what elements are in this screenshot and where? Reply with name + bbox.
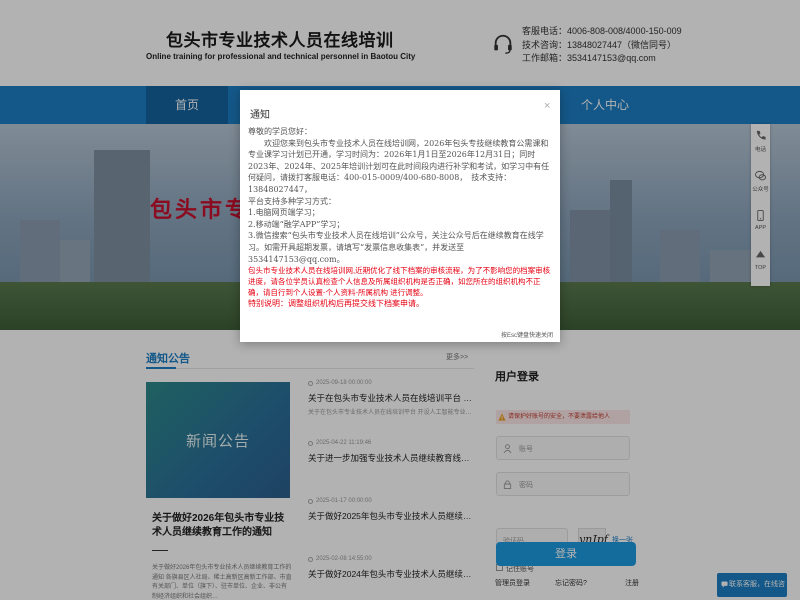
close-icon[interactable]: ×	[544, 100, 550, 112]
modal-paragraph: 平台支持多种学习方式：	[248, 196, 336, 206]
modal-alert-text: 包头市专业技术人员在线培训网,近期优化了线下档案的审核流程，为了不影响您的档案审…	[248, 266, 551, 298]
modal-body: 尊敬的学员您好： 欢迎您来到包头市专业技术人员在线培训网，2026年包头专技继续…	[248, 126, 554, 318]
modal-esc-hint: 按Esc键盘快速关闭	[501, 333, 554, 339]
modal-title: 通知	[250, 110, 270, 121]
modal-special-note: 特别说明：调整组织机构后再提交线下档案申请。	[248, 299, 424, 309]
modal-greeting: 尊敬的学员您好：	[248, 127, 312, 136]
modal-paragraph: 欢迎您来到包头市专业技术人员在线培训网，2026年包头专技继续教育公需课和专业课…	[248, 138, 550, 194]
notice-modal: 通知 × 尊敬的学员您好： 欢迎您来到包头市专业技术人员在线培训网，2026年包…	[240, 90, 560, 342]
modal-list-item: 3.微信搜索“包头市专业技术人员在线培训”公众号，关注公众号后在继续教育在线学习…	[248, 231, 544, 264]
modal-list-item: 2.移动端“融学APP”学习；	[248, 219, 345, 229]
modal-list-item: 1.电脑网页端学习；	[248, 208, 320, 218]
